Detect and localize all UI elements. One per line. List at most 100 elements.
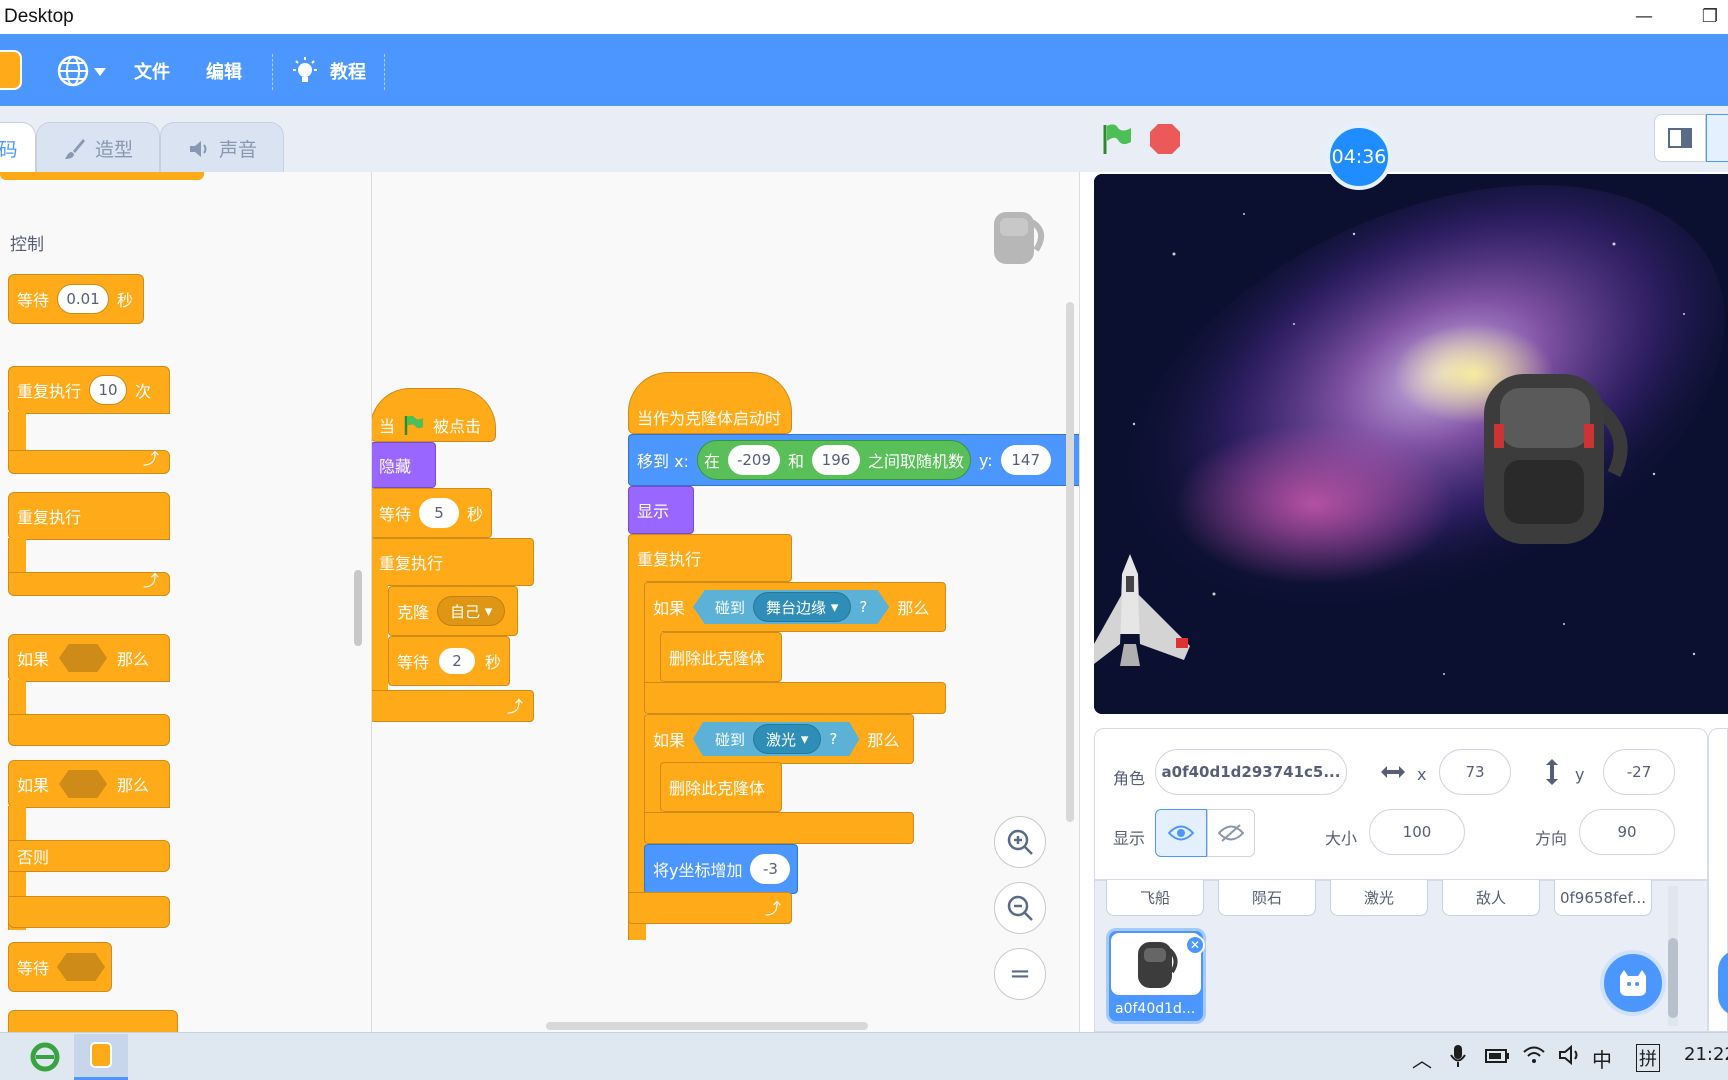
direction-input[interactable]: 90 — [1579, 809, 1675, 855]
scrollbar-thumb[interactable] — [1668, 938, 1678, 1018]
green-flag-icon[interactable] — [1100, 122, 1134, 156]
touch-target-dropdown[interactable]: 激光 ▾ — [753, 724, 822, 754]
size-input[interactable]: 100 — [1369, 809, 1465, 855]
wait-seconds-input[interactable]: 5 — [419, 498, 460, 528]
clock-time[interactable]: 21:22 — [1684, 1044, 1728, 1065]
menu-file[interactable]: 文件 — [134, 58, 170, 84]
block-label: 当作为克隆体启动时 — [637, 409, 782, 428]
ie-icon[interactable] — [28, 1040, 62, 1074]
tray-chevron-up-icon[interactable]: ︿ — [1412, 1044, 1432, 1073]
block-number-input[interactable]: 10 — [89, 375, 128, 405]
tab-costumes[interactable]: 造型 — [36, 122, 160, 174]
clone-target-dropdown[interactable]: 自己 ▾ — [437, 596, 506, 626]
ime-mode[interactable]: 拼 — [1636, 1044, 1660, 1072]
palette-repeat-block[interactable]: 重复执行 10 次 ⤴ — [8, 366, 172, 474]
scratch-logo-icon[interactable] — [0, 50, 22, 90]
clone-block[interactable]: 克隆 自己 ▾ — [388, 586, 518, 636]
touching-block[interactable]: 碰到 激光 ▾ ? — [693, 722, 860, 756]
backpack-icon — [1138, 942, 1178, 988]
menu-separator — [272, 54, 273, 90]
delete-sprite-button[interactable]: ✕ — [1185, 935, 1205, 955]
palette-block-fragment[interactable] — [0, 172, 204, 180]
hat-flag-clicked-block[interactable]: 当 被点击 — [372, 388, 496, 442]
palette-wait-until-block[interactable]: 等待 — [8, 942, 112, 992]
block-label: 之间取随机数 — [867, 452, 964, 471]
large-stage-button[interactable] — [1706, 114, 1728, 162]
forever-footer: ⤴ — [8, 571, 170, 596]
palette-if-block[interactable]: 如果 那么 — [8, 634, 172, 746]
sprite-info-panel: 角色 a0f40d1d293741c5... x 73 y -27 显示 大小 … — [1094, 728, 1708, 880]
sprite-thumbnail-selected[interactable]: ✕ a0f40d1d... — [1106, 928, 1206, 1024]
touch-target-dropdown[interactable]: 舞台边缘 ▾ — [753, 592, 852, 622]
forever-header: 重复执行 — [8, 492, 170, 540]
volume-icon[interactable] — [1558, 1044, 1584, 1066]
language-button[interactable] — [56, 52, 108, 88]
zoom-reset-button[interactable]: = — [994, 948, 1046, 1000]
add-sprite-button[interactable] — [1600, 950, 1666, 1016]
if-touching-edge-block[interactable]: 如果 碰到 舞台边缘 ▾ ? 那么 — [644, 582, 946, 632]
hat-clone-start-block[interactable]: 当作为克隆体启动时 — [628, 372, 792, 434]
change-y-input[interactable]: -3 — [750, 854, 791, 884]
horizontal-scrollbar[interactable] — [546, 1022, 868, 1030]
hide-block[interactable]: 隐藏 — [372, 442, 436, 488]
y-input[interactable]: -27 — [1603, 749, 1675, 795]
sprite-name-input[interactable]: a0f40d1d293741c5... — [1155, 749, 1347, 795]
show-sprite-button[interactable] — [1155, 809, 1207, 857]
show-block[interactable]: 显示 — [628, 486, 694, 534]
microphone-icon[interactable] — [1450, 1044, 1466, 1068]
delete-clone-block-2[interactable]: 删除此克隆体 — [660, 762, 782, 812]
boolean-slot[interactable] — [57, 953, 106, 981]
y-input[interactable]: 147 — [1000, 445, 1051, 475]
stage-canvas[interactable] — [1094, 174, 1728, 714]
sprite-tab-enemy[interactable]: 敌人 — [1442, 880, 1540, 916]
zoom-out-button[interactable] — [994, 882, 1046, 934]
touching-block[interactable]: 碰到 舞台边缘 ▾ ? — [693, 590, 890, 624]
palette-forever-block[interactable]: 重复执行 ⤴ — [8, 492, 172, 596]
tab-sounds[interactable]: 声音 — [160, 122, 284, 174]
battery-icon[interactable] — [1484, 1046, 1510, 1066]
sprite-tab-meteor[interactable]: 陨石 — [1218, 880, 1316, 916]
stop-icon[interactable] — [1148, 122, 1182, 156]
random-to-input[interactable]: 196 — [811, 445, 860, 475]
restore-button[interactable]: ❐ — [1696, 4, 1724, 30]
random-block[interactable]: 在 -209 和 196 之间取随机数 — [696, 440, 971, 480]
palette-wait-block[interactable]: 等待 0.01 秒 — [8, 274, 144, 324]
hide-sprite-button[interactable] — [1207, 809, 1255, 857]
palette-scrollbar[interactable] — [354, 570, 362, 646]
menu-tutorial[interactable]: 教程 — [290, 54, 380, 90]
wifi-icon[interactable] — [1522, 1044, 1546, 1066]
x-input[interactable]: 73 — [1439, 749, 1511, 795]
wait-block[interactable]: 等待 5 秒 — [372, 488, 492, 538]
forever-block[interactable]: 重复执行 — [372, 538, 534, 586]
if-touching-laser-block[interactable]: 如果 碰到 激光 ▾ ? 那么 — [644, 714, 914, 764]
wait-seconds-input[interactable]: 2 — [437, 646, 478, 676]
block-number-input[interactable]: 0.01 — [57, 284, 110, 314]
tab-code-label: 码 — [0, 139, 18, 161]
boolean-slot[interactable] — [59, 770, 108, 798]
sprite-tab-spaceship[interactable]: 飞船 — [1106, 880, 1204, 916]
delete-clone-block[interactable]: 删除此克隆体 — [660, 632, 782, 682]
zoom-in-button[interactable] — [994, 816, 1046, 868]
block-palette: 控制 等待 0.01 秒 重复执行 10 次 ⤴ 重复执行 ⤴ 如果 那么 如果… — [0, 172, 372, 1032]
random-from-input[interactable]: -209 — [727, 445, 780, 475]
block-label: 如果 — [17, 650, 50, 669]
small-stage-button[interactable] — [1654, 114, 1706, 162]
boolean-slot[interactable] — [59, 644, 108, 672]
scratch-taskbar-item[interactable] — [74, 1034, 128, 1080]
change-y-block[interactable]: 将y坐标增加 -3 — [644, 844, 798, 894]
sprite-list-scrollbar[interactable] — [1668, 886, 1678, 1026]
sprite-tab-other[interactable]: 0f9658fef... — [1554, 880, 1652, 916]
forever-block[interactable]: 重复执行 — [628, 534, 792, 582]
repeat-footer: ⤴ — [8, 449, 170, 474]
palette-block-fragment[interactable] — [8, 1010, 178, 1032]
sprite-tab-laser[interactable]: 激光 — [1330, 880, 1428, 916]
ime-language[interactable]: 中 — [1592, 1044, 1612, 1073]
palette-if-else-block[interactable]: 如果 那么 否则 — [8, 760, 172, 930]
vertical-scrollbar[interactable] — [1066, 302, 1074, 822]
minimize-button[interactable]: — — [1630, 4, 1658, 30]
menu-edit[interactable]: 编辑 — [206, 58, 242, 84]
tab-code[interactable]: 码 — [0, 122, 36, 174]
code-area[interactable]: 当 被点击 隐藏 等待 5 秒 重复执行 克隆 自己 ▾ 等待 2 秒 ⤴ 当作… — [372, 172, 1080, 1032]
wait-block-2[interactable]: 等待 2 秒 — [388, 636, 510, 686]
goto-xy-block[interactable]: 移到 x: 在 -209 和 196 之间取随机数 y: 147 — [628, 434, 1079, 486]
